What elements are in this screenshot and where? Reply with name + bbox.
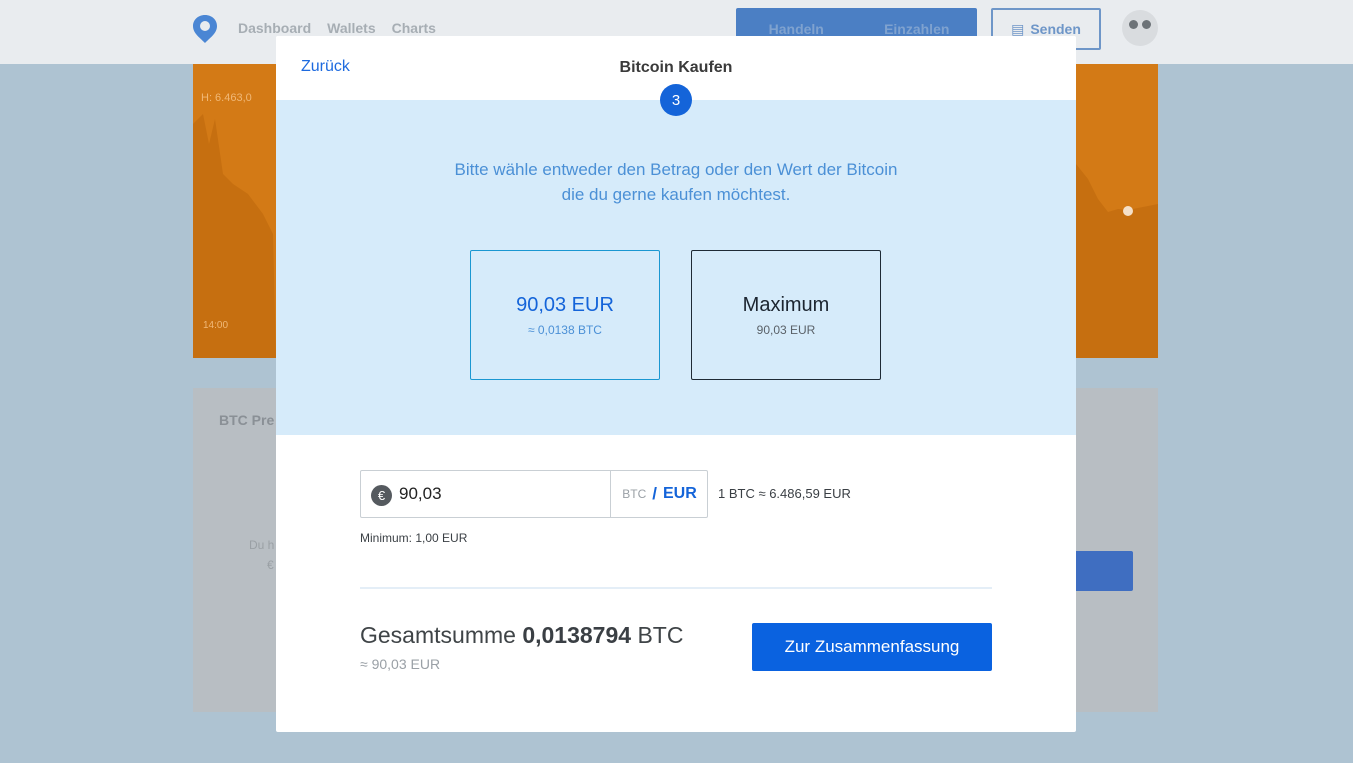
amount-field: € BTC / EUR [360,470,708,518]
background-faded-text: Du h [249,538,275,552]
minimum-amount: Minimum: 1,00 EUR [360,531,468,545]
option-maximum-card[interactable]: Maximum 90,03 EUR [691,250,881,380]
main-nav: Dashboard Wallets Charts [238,20,436,36]
buy-bitcoin-modal: Zurück Bitcoin Kaufen 3 Bitte wähle entw… [276,36,1076,732]
option-amount-btc: ≈ 0,0138 BTC [528,322,602,337]
deposit-button[interactable]: Einzahlen [857,21,978,37]
unit-eur-toggle[interactable]: EUR [663,485,697,503]
background-card-title: BTC Pre [219,412,275,428]
modal-title: Bitcoin Kaufen [619,59,733,76]
total-label: Gesamtsumme [360,622,516,648]
total-value: 0,0138794 [522,622,632,648]
instruction-line-1: Bitte wähle entweder den Betrag oder den… [454,160,898,179]
option-amount-card[interactable]: 90,03 EUR ≈ 0,0138 BTC [470,250,660,380]
user-avatar[interactable] [1122,10,1158,46]
trade-button[interactable]: Handeln [736,21,857,37]
amount-input[interactable] [399,472,607,516]
chart-time-label: 14:00 [203,320,229,331]
instruction-text: Bitte wähle entweder den Betrag oder den… [276,157,1076,207]
exchange-rate: 1 BTC ≈ 6.486,59 EUR [718,486,851,501]
euro-icon: € [371,485,392,506]
option-maximum-label: Maximum [742,293,830,316]
send-icon: ▤ [1011,20,1025,37]
background-faded-currency: € [267,558,274,572]
option-amount-value: 90,03 EUR [516,293,614,316]
nav-dashboard[interactable]: Dashboard [238,20,311,36]
unit-separator: / [652,484,657,503]
step-badge: 3 [660,84,692,116]
nav-charts[interactable]: Charts [392,20,436,36]
amount-selection-area: Bitte wähle entweder den Betrag oder den… [276,100,1076,435]
option-maximum-value: 90,03 EUR [756,322,816,337]
background-action-button [1073,551,1133,591]
unit-btc-toggle[interactable]: BTC [622,487,646,501]
nav-wallets[interactable]: Wallets [327,20,376,36]
total-line: Gesamtsumme 0,0138794 BTC [360,622,683,649]
to-summary-button[interactable]: Zur Zusammenfassung [752,623,992,671]
app-logo-icon [193,15,217,43]
send-label: Senden [1030,21,1081,37]
total-eur-equivalent: ≈ 90,03 EUR [360,656,441,672]
section-divider [360,587,992,589]
unit-switch: BTC / EUR [610,471,708,517]
chart-high-label: H: 6.463,0 [201,92,252,104]
total-unit: BTC [637,622,684,648]
instruction-line-2: die du gerne kaufen möchtest. [561,185,791,204]
